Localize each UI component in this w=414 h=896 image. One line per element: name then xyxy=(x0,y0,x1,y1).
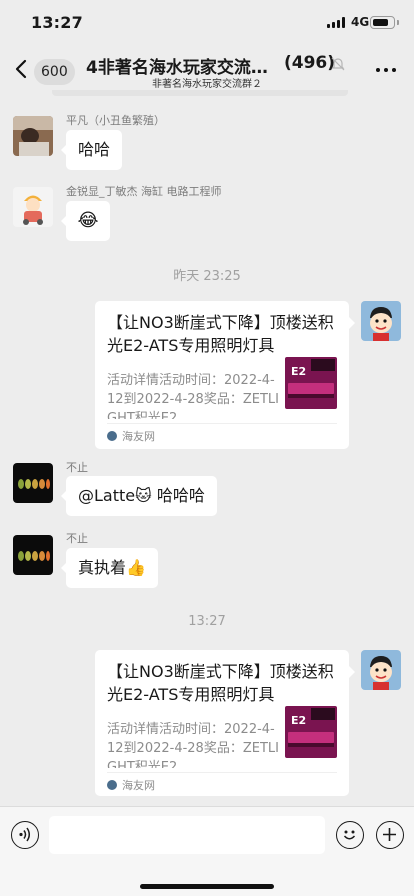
signal-icon xyxy=(327,17,347,28)
avatar[interactable] xyxy=(13,463,53,503)
avatar[interactable] xyxy=(13,116,53,156)
message-bubble[interactable]: @Latte🐱 哈哈哈 xyxy=(61,476,217,516)
card-divider xyxy=(107,772,337,773)
card-description: 活动详情活动时间：2022-4-12到2022-4-28奖品：ZETLIGHT积… xyxy=(107,373,279,419)
input-bar xyxy=(0,806,414,896)
thumbnail-label: E2 xyxy=(291,365,307,378)
voice-icon xyxy=(19,827,30,842)
card-description: 活动详情活动时间：2022-4-12到2022-4-28奖品：ZETLIGHT积… xyxy=(107,722,279,768)
mute-bell-icon xyxy=(331,57,345,71)
nav-bar: 600 4非著名海水玩家交流… (496) 非著名海水玩家交流群２ xyxy=(0,44,414,94)
chat-subtitle: 非著名海水玩家交流群２ xyxy=(152,79,262,90)
sticker-bubble[interactable]: 😂 xyxy=(61,201,110,241)
message-timestamp: 13:27 xyxy=(188,614,226,629)
cartoon-avatar-icon xyxy=(13,187,53,227)
link-card[interactable]: 【让NO3断崖式下降】顶楼送积光E2-ATS专用照明灯具 活动详情活动时间：20… xyxy=(95,650,355,796)
self-avatar[interactable] xyxy=(361,301,401,341)
message-bubble[interactable]: 哈哈 xyxy=(60,130,123,170)
plus-button[interactable] xyxy=(376,821,404,849)
sender-name: 金锐显_丁敏杰 海缸 电路工程师 xyxy=(66,185,222,198)
self-avatar[interactable] xyxy=(361,650,401,690)
emoji-button[interactable] xyxy=(336,821,364,849)
sender-name: 不止 xyxy=(66,532,88,545)
battery-icon xyxy=(370,16,399,29)
sender-name: 平凡（小丑鱼繁殖） xyxy=(66,114,165,127)
dark-avatar-icon xyxy=(13,535,53,575)
voice-button[interactable] xyxy=(11,821,39,849)
cartoon-boy-avatar-icon xyxy=(361,301,401,341)
source-app-icon xyxy=(107,431,117,441)
emoji-icon xyxy=(343,830,356,840)
card-source: 海友网 xyxy=(107,778,155,794)
message-input[interactable] xyxy=(49,816,325,854)
more-dots-icon[interactable] xyxy=(376,68,396,72)
plus-icon xyxy=(383,828,396,841)
card-title: 【让NO3断崖式下降】顶楼送积光E2-ATS专用照明灯具 xyxy=(107,662,334,704)
card-thumbnail: E2 xyxy=(285,357,337,409)
message-bubble[interactable]: 真执着👍 xyxy=(61,548,158,588)
card-source-label: 海友网 xyxy=(122,779,155,792)
home-indicator xyxy=(140,884,274,889)
card-title: 【让NO3断崖式下降】顶楼送积光E2-ATS专用照明灯具 xyxy=(107,313,334,355)
avatar[interactable] xyxy=(13,535,53,575)
message-timestamp: 昨天 23:25 xyxy=(173,269,241,284)
member-count: (496) xyxy=(284,53,336,73)
network-label: 4G xyxy=(351,15,370,29)
status-time: 13:27 xyxy=(31,13,83,32)
source-app-icon xyxy=(107,780,117,790)
avatar[interactable] xyxy=(13,187,53,227)
card-source: 海友网 xyxy=(107,429,155,445)
dark-avatar-icon xyxy=(13,463,53,503)
sender-name: 不止 xyxy=(66,461,88,474)
thumbnail-label: E2 xyxy=(291,714,307,727)
link-card[interactable]: 【让NO3断崖式下降】顶楼送积光E2-ATS专用照明灯具 活动详情活动时间：20… xyxy=(95,301,355,449)
previous-message-edge xyxy=(52,90,348,96)
status-bar: 13:27 4G xyxy=(0,0,414,44)
card-divider xyxy=(107,423,337,424)
card-source-label: 海友网 xyxy=(122,430,155,443)
photo-avatar-icon xyxy=(13,116,53,156)
card-thumbnail: E2 xyxy=(285,706,337,758)
cartoon-boy-avatar-icon xyxy=(361,650,401,690)
